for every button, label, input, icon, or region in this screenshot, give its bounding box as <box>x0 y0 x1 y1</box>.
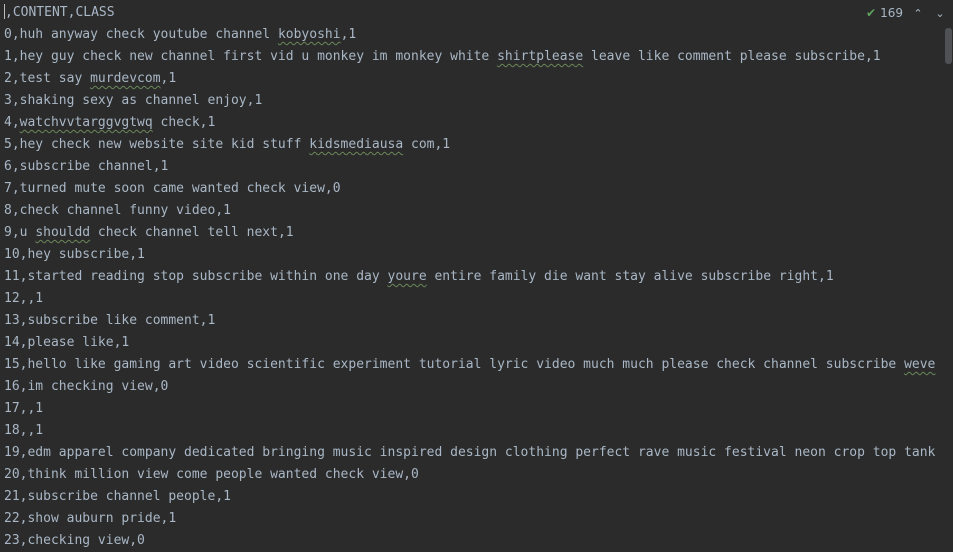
typo-word: murdevcom <box>90 71 161 86</box>
line-text: 16,im checking view,0 <box>4 379 169 394</box>
line-container: 0,huh anyway check youtube channel kobyo… <box>4 24 943 552</box>
check-icon: ✔ <box>866 6 877 20</box>
line-text: 0,huh anyway check youtube channel <box>4 27 278 42</box>
line-text: ,1 <box>340 27 357 42</box>
line-text: 23,checking view,0 <box>4 533 145 548</box>
line-text: 22,show auburn pride,1 <box>4 511 177 526</box>
line-text: 10,hey subscribe,1 <box>4 247 145 262</box>
typo-word: youre <box>387 269 427 284</box>
code-line[interactable]: 19,edm apparel company dedicated bringin… <box>4 442 943 464</box>
editor-lines: ,CONTENT,CLASS 0,huh anyway check youtub… <box>4 2 943 552</box>
code-line[interactable]: 11,started reading stop subscribe within… <box>4 266 943 288</box>
problems-count: 169 <box>880 6 903 20</box>
line-text: check,1 <box>152 115 216 130</box>
line-text: 12,,1 <box>4 291 44 306</box>
code-line[interactable]: 23,checking view,0 <box>4 530 943 552</box>
typo-word: kidsmediausa <box>309 137 404 152</box>
chevron-down-icon[interactable]: ⌄ <box>933 7 947 20</box>
typo-word: kobyoshi <box>277 27 341 42</box>
code-line[interactable]: 7,turned mute soon came wanted check vie… <box>4 178 943 200</box>
line-text: ,1 <box>160 71 177 86</box>
code-line[interactable]: 18,,1 <box>4 420 943 442</box>
line-text: 11,started reading stop subscribe within… <box>4 269 388 284</box>
line-text: com,1 <box>403 137 451 152</box>
line-text: 14,please like,1 <box>4 335 130 350</box>
line-text: 5,hey check new website site kid stuff <box>4 137 310 152</box>
line-text: 4, <box>4 115 20 130</box>
typo-word: shouldd <box>35 225 91 240</box>
vertical-scrollbar[interactable] <box>945 28 952 64</box>
header-line[interactable]: ,CONTENT,CLASS <box>4 2 943 24</box>
code-line[interactable]: 16,im checking view,0 <box>4 376 943 398</box>
typo-word: weve <box>904 357 936 372</box>
typo-word: watchvvtarggvgtwq <box>19 115 153 130</box>
code-line[interactable]: 6,subscribe channel,1 <box>4 156 943 178</box>
code-line[interactable]: 14,please like,1 <box>4 332 943 354</box>
line-text: entire family die want stay alive subscr… <box>426 269 834 284</box>
code-line[interactable]: 9,u shouldd check channel tell next,1 <box>4 222 943 244</box>
line-text: check channel tell next,1 <box>90 225 294 240</box>
line-text: 6,subscribe channel,1 <box>4 159 169 174</box>
problems-badge[interactable]: ✔ 169 <box>866 6 903 20</box>
line-text: 15,hello like gaming art video scientifi… <box>4 357 905 372</box>
line-text: 21,subscribe channel people,1 <box>4 489 231 504</box>
line-text: 7,turned mute soon came wanted check vie… <box>4 181 341 196</box>
code-line[interactable]: 10,hey subscribe,1 <box>4 244 943 266</box>
code-line[interactable]: 3,shaking sexy as channel enjoy,1 <box>4 90 943 112</box>
code-line[interactable]: 21,subscribe channel people,1 <box>4 486 943 508</box>
code-line[interactable]: 20,think million view come people wanted… <box>4 464 943 486</box>
line-text: 20,think million view come people wanted… <box>4 467 419 482</box>
line-text: 8,check channel funny video,1 <box>4 203 231 218</box>
line-text: 9,u <box>4 225 36 240</box>
code-line[interactable]: 8,check channel funny video,1 <box>4 200 943 222</box>
code-line[interactable]: 13,subscribe like comment,1 <box>4 310 943 332</box>
line-text: 19,edm apparel company dedicated bringin… <box>4 445 936 460</box>
code-line[interactable]: 5,hey check new website site kid stuff k… <box>4 134 943 156</box>
code-line[interactable]: 12,,1 <box>4 288 943 310</box>
chevron-up-icon[interactable]: ⌃ <box>911 7 925 20</box>
line-text: leave like comment please subscribe,1 <box>583 49 881 64</box>
code-line[interactable]: 22,show auburn pride,1 <box>4 508 943 530</box>
typo-word: shirtplease <box>497 49 584 64</box>
line-text: 17,,1 <box>4 401 44 416</box>
line-text: 13,subscribe like comment,1 <box>4 313 216 328</box>
line-text: 2,test say <box>4 71 91 86</box>
line-text: 18,,1 <box>4 423 44 438</box>
code-line[interactable]: 0,huh anyway check youtube channel kobyo… <box>4 24 943 46</box>
code-line[interactable]: 4,watchvvtarggvgtwq check,1 <box>4 112 943 134</box>
code-line[interactable]: 15,hello like gaming art video scientifi… <box>4 354 943 376</box>
line-text: 3,shaking sexy as channel enjoy,1 <box>4 93 263 108</box>
code-line[interactable]: 17,,1 <box>4 398 943 420</box>
line-text: 1,hey guy check new channel first vid u … <box>4 49 498 64</box>
inspection-widget: ✔ 169 ⌃ ⌄ <box>866 3 947 23</box>
code-editor[interactable]: ,CONTENT,CLASS 0,huh anyway check youtub… <box>0 0 953 551</box>
header-text: ,CONTENT,CLASS <box>5 5 115 20</box>
code-line[interactable]: 1,hey guy check new channel first vid u … <box>4 46 943 68</box>
code-line[interactable]: 2,test say murdevcom,1 <box>4 68 943 90</box>
